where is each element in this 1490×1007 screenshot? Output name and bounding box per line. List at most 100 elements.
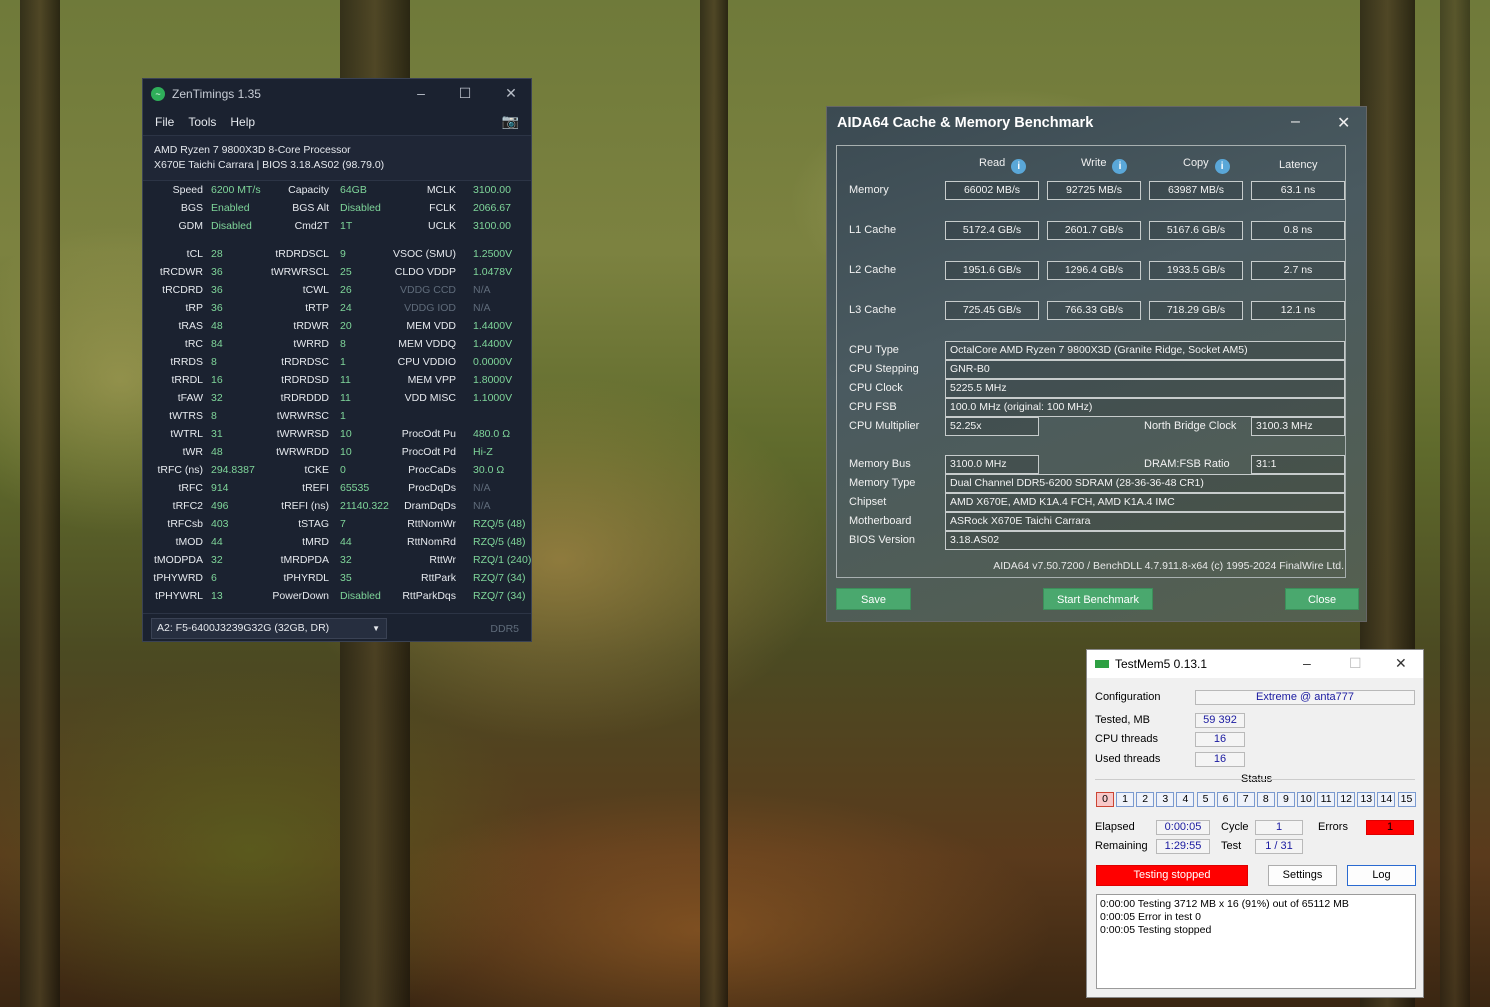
footer: A2: F5-6400J3239G32G (32GB, DR) ▼ DDR5 <box>143 613 531 641</box>
info-icon[interactable]: i <box>1214 159 1230 174</box>
close-icon[interactable]: ✕ <box>1395 655 1407 672</box>
bench-value: 1951.6 GB/s <box>945 261 1039 280</box>
dimm-select[interactable]: A2: F5-6400J3239G32G (32GB, DR) ▼ <box>151 618 387 639</box>
board-name: X670E Taichi Carrara | BIOS 3.18.AS02 (9… <box>154 159 385 171</box>
tested-value: 59 392 <box>1195 713 1245 728</box>
maximize-icon: ☐ <box>1349 655 1362 671</box>
timing-value: 30.0 Ω <box>473 464 505 476</box>
cpu-fsb-label: CPU FSB <box>849 401 897 413</box>
thread-status: 7 <box>1236 792 1255 807</box>
timing-label: CPU VDDIO <box>397 356 456 368</box>
menu-tools[interactable]: Tools <box>188 115 216 129</box>
timing-value: N/A <box>473 500 491 512</box>
bench-value: 5172.4 GB/s <box>945 221 1039 240</box>
thread-status: 2 <box>1136 792 1155 807</box>
nb-clock-value: 3100.3 MHz <box>1251 417 1345 436</box>
timing-label: RttWr <box>429 554 456 566</box>
tree-trunk <box>700 0 728 1007</box>
close-icon[interactable]: ✕ <box>501 85 521 102</box>
minimize-icon[interactable]: – <box>1303 655 1311 671</box>
timing-value: RZQ/7 (34) <box>473 572 526 584</box>
cpu-stepping-label: CPU Stepping <box>849 363 919 375</box>
save-button[interactable]: Save <box>836 588 911 610</box>
bench-value: 725.45 GB/s <box>945 301 1039 320</box>
thread-status: 6 <box>1216 792 1235 807</box>
dimm-select-value: A2: F5-6400J3239G32G (32GB, DR) <box>157 622 330 634</box>
timing-value: 1.0478V <box>473 266 513 278</box>
bench-value: 0.8 ns <box>1251 221 1345 240</box>
configuration-value[interactable]: Extreme @ anta777 <box>1195 690 1415 705</box>
menu-help[interactable]: Help <box>230 115 255 129</box>
close-button[interactable]: Close <box>1285 588 1359 610</box>
camera-icon[interactable]: 📷 <box>502 113 519 130</box>
start-benchmark-button[interactable]: Start Benchmark <box>1043 588 1153 610</box>
cpu-clock-value: 5225.5 MHz <box>945 379 1345 398</box>
bench-value: 1933.5 GB/s <box>1149 261 1243 280</box>
window-title: TestMem5 0.13.1 <box>1115 657 1208 671</box>
configuration-label: Configuration <box>1095 691 1161 703</box>
log-button[interactable]: Log <box>1347 865 1416 886</box>
timing-value: 1.1000V <box>473 392 513 404</box>
log-output[interactable]: 0:00:00 Testing 3712 MB x 16 (91%) out o… <box>1096 894 1416 989</box>
bench-row-label: L1 Cache <box>849 224 897 236</box>
thread-status: 11 <box>1317 792 1336 807</box>
cpu-stepping-value: GNR-B0 <box>945 360 1345 379</box>
cpu-threads-label: CPU threads <box>1095 733 1158 745</box>
bench-value: 2.7 ns <box>1251 261 1345 280</box>
thread-status: 9 <box>1276 792 1295 807</box>
timing-label: RttNomWr <box>407 518 456 530</box>
log-line: 0:00:05 Testing stopped <box>1100 924 1212 936</box>
memory-type-label: Memory Type <box>849 477 916 489</box>
timing-label: VDDG CCD <box>399 284 456 296</box>
dram-fsb-value: 31:1 <box>1251 455 1345 474</box>
tree-trunk <box>20 0 60 1007</box>
minimize-icon[interactable]: – <box>411 85 431 101</box>
cpu-threads-value: 16 <box>1195 732 1245 747</box>
timing-value: 0.0000V <box>473 356 513 368</box>
timing-value: RZQ/1 (240) <box>473 554 532 566</box>
cpu-type-value: OctalCore AMD Ryzen 7 9800X3D (Granite R… <box>945 341 1345 360</box>
thread-status: 13 <box>1357 792 1376 807</box>
header-read: Read i <box>979 157 1027 174</box>
tree-trunk <box>1440 0 1470 1007</box>
timing-value: RZQ/7 (34) <box>473 590 526 602</box>
bench-value: 63987 MB/s <box>1149 181 1243 200</box>
thread-status: 8 <box>1256 792 1275 807</box>
info-icon[interactable]: i <box>1011 159 1027 174</box>
timing-label: UCLK <box>427 220 456 232</box>
elapsed-label: Elapsed <box>1095 821 1135 833</box>
motherboard-label: Motherboard <box>849 515 912 527</box>
header-latency: Latency <box>1279 159 1318 171</box>
remaining-label: Remaining <box>1095 840 1148 852</box>
bench-value: 92725 MB/s <box>1047 181 1141 200</box>
timing-label: RttPark <box>420 572 456 584</box>
info-icon[interactable]: i <box>1112 159 1128 174</box>
errors-label: Errors <box>1318 821 1348 833</box>
title-bar[interactable]: ~ ZenTimings 1.35 – ☐ ✕ <box>143 79 531 109</box>
timing-label: ProcDqDs <box>408 482 456 494</box>
timing-label: RttParkDqs <box>402 590 456 602</box>
cpu-multiplier-value: 52.25x <box>945 417 1039 436</box>
title-bar[interactable]: TestMem5 0.13.1 <box>1087 650 1423 678</box>
bench-value: 2601.7 GB/s <box>1047 221 1141 240</box>
bench-value: 5167.6 GB/s <box>1149 221 1243 240</box>
cpu-type-label: CPU Type <box>849 344 899 356</box>
timing-label: MCLK <box>426 184 456 196</box>
menu-file[interactable]: File <box>155 115 174 129</box>
status-divider <box>1095 779 1415 780</box>
thread-status: 3 <box>1156 792 1175 807</box>
timing-label: VSOC (SMU) <box>393 248 456 260</box>
settings-button[interactable]: Settings <box>1268 865 1337 886</box>
title-bar[interactable]: AIDA64 Cache & Memory Benchmark <box>827 107 1366 139</box>
minimize-icon[interactable]: – <box>1291 113 1300 131</box>
bench-value: 718.29 GB/s <box>1149 301 1243 320</box>
cycle-value: 1 <box>1255 820 1303 835</box>
timing-value: N/A <box>473 302 491 314</box>
thread-status: 5 <box>1196 792 1215 807</box>
timing-label: ProcCaDs <box>408 464 456 476</box>
maximize-icon[interactable]: ☐ <box>455 85 475 102</box>
log-line: 0:00:05 Error in test 0 <box>1100 911 1201 923</box>
close-icon[interactable]: ✕ <box>1337 113 1350 133</box>
thread-status: 0 <box>1096 792 1114 807</box>
thread-status: 1 <box>1116 792 1135 807</box>
